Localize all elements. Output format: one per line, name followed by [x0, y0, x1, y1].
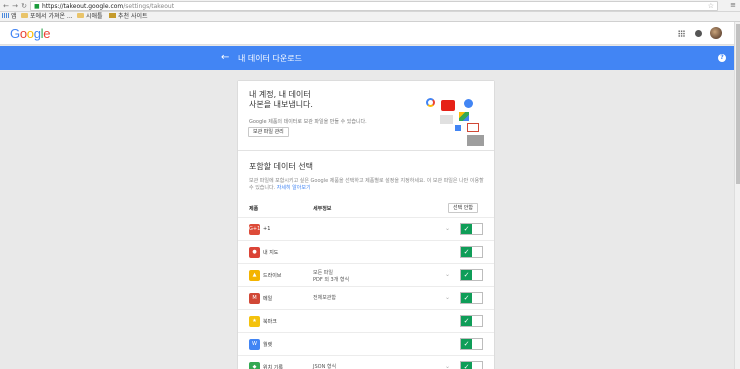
- bookmark-seattle-folder[interactable]: 시애틀: [77, 13, 103, 21]
- apps-grid-icon[interactable]: [678, 30, 685, 37]
- page-header-bar: ← 내 데이터 다운로드 ?: [0, 46, 734, 70]
- column-header-details: 세부정보: [313, 206, 332, 212]
- chrome-icon: [426, 98, 435, 107]
- bookmark-imported-folder[interactable]: 포에서 가져온 ...: [21, 13, 73, 21]
- check-icon: ✓: [461, 247, 472, 257]
- takeout-card: 내 계정, 내 데이터 사본을 내보냅니다. Google 제품의 데이터로 보관…: [238, 81, 494, 369]
- product-name: +1: [263, 226, 271, 232]
- expand-chevron-icon[interactable]: ⌄: [445, 271, 450, 278]
- column-header-product: 제품: [249, 206, 259, 212]
- product-icon: ●: [249, 247, 260, 258]
- select-none-button[interactable]: 선택 안함: [448, 203, 478, 213]
- product-row: M 메일 전체보관함 ⌄ ✓: [238, 286, 494, 309]
- youtube-icon: [441, 100, 455, 111]
- product-name: 메일: [263, 296, 273, 302]
- reload-icon[interactable]: ↻: [20, 2, 28, 10]
- product-name: 북마크: [263, 319, 277, 325]
- check-icon: ✓: [461, 270, 472, 280]
- google-logo[interactable]: Google: [10, 26, 50, 41]
- url-text: https://takeout.google.com/settings/take…: [42, 3, 175, 10]
- intro-title: 내 계정, 내 데이터 사본을 내보냅니다.: [249, 90, 313, 109]
- product-details[interactable]: 전체보관함: [313, 295, 336, 302]
- product-icon: ▲: [249, 270, 260, 281]
- product-icon: ★: [249, 316, 260, 327]
- folder-icon: [21, 13, 28, 18]
- drive-icon: [459, 112, 469, 121]
- browser-toolbar: ← → ↻ ■ https://takeout.google.com/setti…: [0, 0, 740, 12]
- forward-icon[interactable]: →: [11, 2, 19, 10]
- learn-more-link[interactable]: 자세히 알아보기: [277, 185, 311, 191]
- lock-icon: ■: [34, 3, 40, 10]
- bookmarks-bar: 앱 포에서 가져온 ... 시애틀 추천 사이트: [0, 12, 740, 22]
- browser-menu-icon[interactable]: ≡: [730, 1, 736, 10]
- logo-letter: o: [19, 26, 27, 41]
- product-toggle[interactable]: ✓: [460, 361, 483, 369]
- product-name: 드라이브: [263, 273, 282, 279]
- archive-box-icon: [467, 135, 484, 146]
- product-toggle[interactable]: ✓: [460, 246, 483, 258]
- product-icon: W: [249, 339, 260, 350]
- bookmark-icon: [109, 13, 116, 18]
- check-icon: ✓: [461, 316, 472, 326]
- expand-chevron-icon[interactable]: ⌄: [445, 294, 450, 301]
- back-icon[interactable]: ←: [2, 2, 10, 10]
- product-toggle[interactable]: ✓: [460, 292, 483, 304]
- product-name: 내 지도: [263, 250, 279, 256]
- product-toggle[interactable]: ✓: [460, 269, 483, 281]
- scroll-thumb[interactable]: [736, 24, 740, 184]
- check-icon: ✓: [461, 224, 472, 234]
- bookmark-star-icon[interactable]: ☆: [708, 2, 714, 10]
- back-arrow-icon[interactable]: ←: [221, 52, 229, 64]
- notifications-icon[interactable]: [695, 30, 702, 37]
- calendar-icon: [455, 125, 461, 131]
- bookmark-suggested-sites[interactable]: 추천 사이트: [109, 13, 148, 21]
- contacts-icon: [440, 115, 453, 124]
- folder-icon: [77, 13, 84, 18]
- product-icon: M: [249, 293, 260, 304]
- logo-letter: g: [33, 26, 41, 41]
- avatar[interactable]: [710, 27, 722, 39]
- product-toggle[interactable]: ✓: [460, 315, 483, 327]
- expand-chevron-icon[interactable]: ⌄: [445, 363, 450, 369]
- product-row: ▲ 드라이브 모든 파일 PDF 외 3개 형식 ⌄ ✓: [238, 263, 494, 286]
- product-icon: G+1: [249, 224, 260, 235]
- section-description: 보관 파일에 포함시키고 싶은 Google 제품을 선택하고 제품별로 설정을…: [249, 178, 484, 191]
- help-icon[interactable]: ?: [718, 54, 726, 62]
- logo-letter: o: [26, 26, 34, 41]
- logo-letter: e: [43, 26, 51, 41]
- product-row: ● 내 지도 ✓: [238, 240, 494, 263]
- gmail-icon: [467, 123, 479, 132]
- bookmark-apps[interactable]: 앱: [2, 13, 17, 21]
- product-details[interactable]: JSON 형식: [313, 364, 336, 369]
- product-toggle[interactable]: ✓: [460, 223, 483, 235]
- address-bar[interactable]: ■ https://takeout.google.com/settings/ta…: [30, 1, 718, 11]
- apps-icon: [2, 13, 9, 18]
- product-row: G+1 +1 ⌄ ✓: [238, 217, 494, 240]
- page-title: 내 데이터 다운로드: [238, 54, 302, 63]
- intro-description: Google 제품의 데이터로 보관 파일을 만들 수 있습니다.: [249, 119, 367, 125]
- product-row: ◆ 위치 기록 JSON 형식 ⌄ ✓: [238, 355, 494, 369]
- page-scrollbar[interactable]: [734, 22, 740, 369]
- product-name: 위치 기록: [263, 365, 283, 369]
- section-title: 포함할 데이터 선택: [249, 162, 313, 171]
- intro-section: 내 계정, 내 데이터 사본을 내보냅니다. Google 제품의 데이터로 보관…: [238, 81, 494, 151]
- product-details[interactable]: 모든 파일 PDF 외 3개 형식: [313, 270, 349, 284]
- product-toggle[interactable]: ✓: [460, 338, 483, 350]
- product-name: 월렛: [263, 342, 273, 348]
- manage-archives-button[interactable]: 보관 파일 관리: [248, 127, 289, 137]
- check-icon: ✓: [461, 293, 472, 303]
- logo-letter: G: [10, 26, 20, 41]
- expand-chevron-icon[interactable]: ⌄: [445, 225, 450, 232]
- product-row: W 월렛 ✓: [238, 332, 494, 355]
- check-icon: ✓: [461, 362, 472, 369]
- google-header: Google: [0, 22, 734, 45]
- product-icon: ◆: [249, 362, 260, 369]
- profile-icon: [464, 99, 473, 108]
- check-icon: ✓: [461, 339, 472, 349]
- product-row: ★ 북마크 ✓: [238, 309, 494, 332]
